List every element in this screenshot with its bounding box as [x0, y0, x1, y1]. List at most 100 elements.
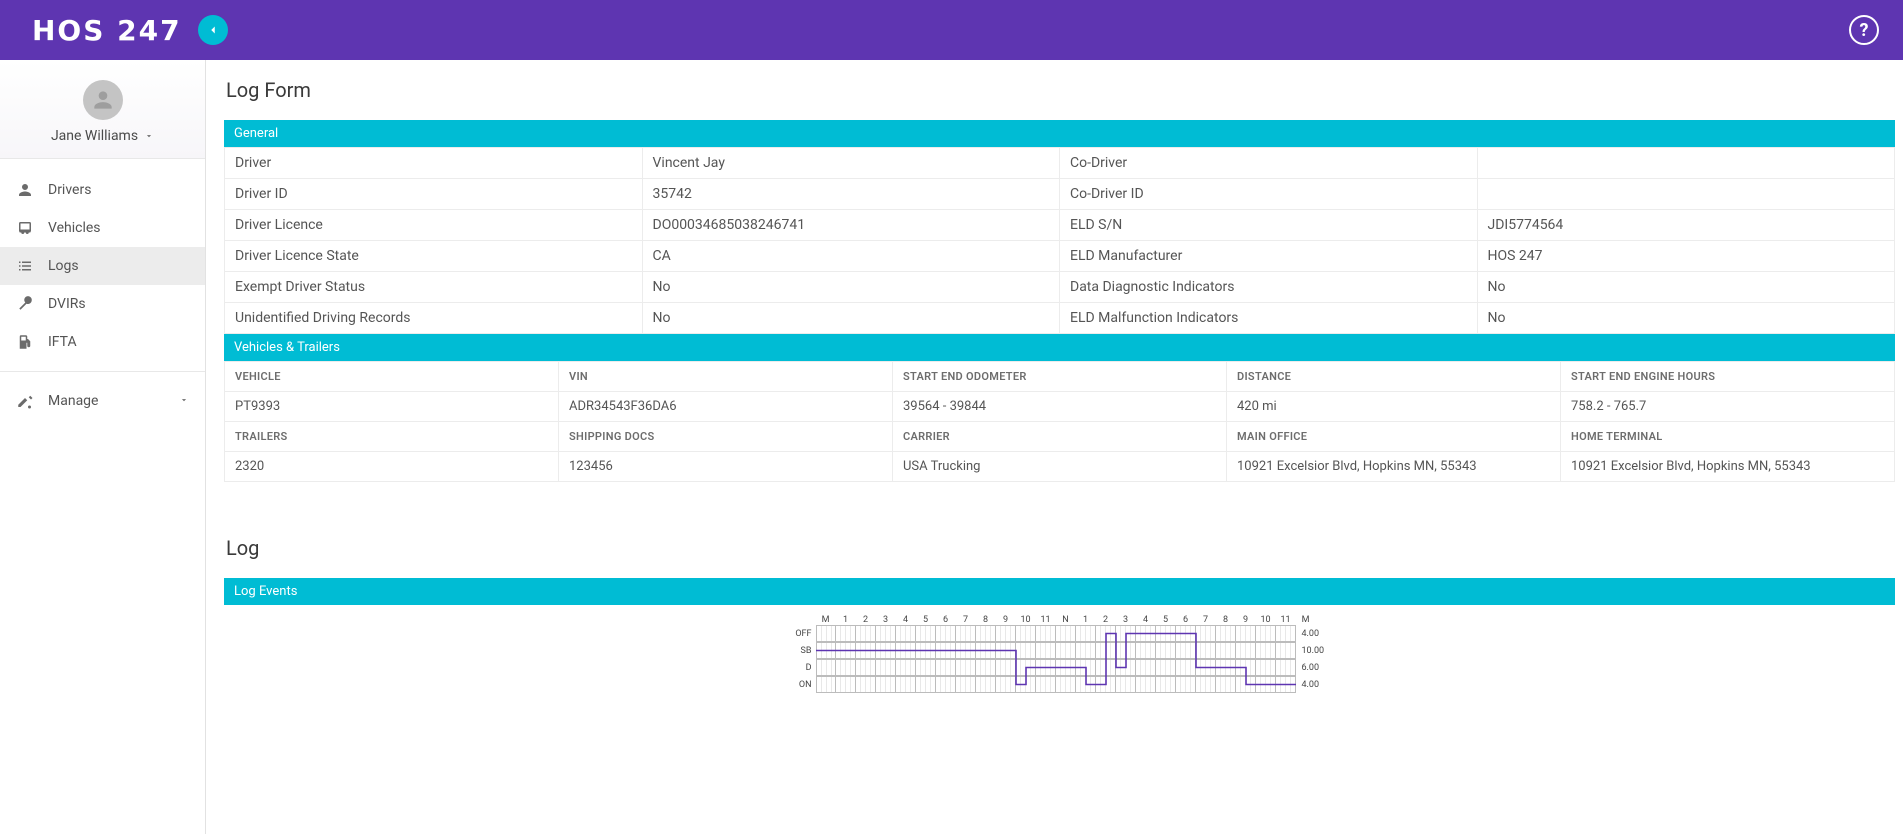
column-header: CARRIER: [893, 422, 1227, 452]
hos-cells: [816, 625, 1296, 642]
hos-total: 4.00: [1296, 629, 1330, 639]
cell: PT9393: [225, 392, 559, 422]
hos-status-label: ON: [790, 680, 816, 690]
hos-hour-label: 5: [916, 615, 936, 625]
sidebar-item-drivers[interactable]: Drivers: [0, 171, 205, 209]
hos-chart: M1234567891011N1234567891011MOFF4.00SB10…: [224, 605, 1895, 703]
hos-hour-label: 1: [836, 615, 856, 625]
hos-cells: [816, 676, 1296, 693]
general-row: Driver LicenceDO00034685038246741ELD S/N…: [225, 210, 1895, 241]
hos-hour-label: 11: [1036, 615, 1056, 625]
column-header: HOME TERMINAL: [1561, 422, 1895, 452]
field-value: CA: [642, 241, 1060, 272]
hos-hour-label: 8: [1216, 615, 1236, 625]
cell: 10921 Excelsior Blvd, Hopkins MN, 55343: [1561, 452, 1895, 482]
hos-cells: [816, 642, 1296, 659]
person-icon: [16, 181, 34, 199]
hos-hour-label: 2: [856, 615, 876, 625]
general-row: DriverVincent JayCo-Driver: [225, 148, 1895, 179]
hos-hour-label: 7: [1196, 615, 1216, 625]
hos-row-d: D 6.00: [790, 659, 1330, 676]
top-bar: HOS 247 ?: [0, 0, 1903, 60]
sidebar: Jane Williams Drivers Vehicles Logs DVIR…: [0, 60, 206, 834]
hos-hour-label: 11: [1276, 615, 1296, 625]
field-label: Driver ID: [225, 179, 643, 210]
wrench-icon: [16, 295, 34, 313]
general-table: DriverVincent JayCo-DriverDriver ID35742…: [224, 147, 1895, 334]
field-value: JDI5774564: [1477, 210, 1895, 241]
column-header: SHIPPING DOCS: [559, 422, 893, 452]
hos-total: 6.00: [1296, 663, 1330, 673]
sidebar-item-logs[interactable]: Logs: [0, 247, 205, 285]
sidebar-item-vehicles[interactable]: Vehicles: [0, 209, 205, 247]
field-label: Driver Licence State: [225, 241, 643, 272]
hos-hour-label: M: [816, 615, 836, 625]
field-label: Driver: [225, 148, 643, 179]
general-row: Driver Licence StateCAELD ManufacturerHO…: [225, 241, 1895, 272]
field-value: No: [642, 272, 1060, 303]
field-value: 35742: [642, 179, 1060, 210]
chevron-left-icon: [206, 23, 220, 37]
sidebar-item-ifta[interactable]: IFTA: [0, 323, 205, 361]
column-header: START END ENGINE HOURS: [1561, 362, 1895, 392]
hos-row-on: ON 4.00: [790, 676, 1330, 693]
hos-hour-labels: M1234567891011N1234567891011M: [816, 615, 1330, 625]
hos-hour-label: 7: [956, 615, 976, 625]
field-value: HOS 247: [1477, 241, 1895, 272]
field-label: Driver Licence: [225, 210, 643, 241]
profile-name-dropdown[interactable]: Jane Williams: [51, 128, 154, 144]
cell: USA Trucking: [893, 452, 1227, 482]
field-value: [1477, 148, 1895, 179]
cell: ADR34543F36DA6: [559, 392, 893, 422]
field-label: ELD Manufacturer: [1060, 241, 1478, 272]
cell: 10921 Excelsior Blvd, Hopkins MN, 55343: [1227, 452, 1561, 482]
hos-hour-label: M: [1296, 615, 1316, 625]
help-button[interactable]: ?: [1849, 15, 1879, 45]
table-row: 2320123456USA Trucking10921 Excelsior Bl…: [225, 452, 1895, 482]
hos-total: 4.00: [1296, 680, 1330, 690]
field-value: [1477, 179, 1895, 210]
field-label: Data Diagnostic Indicators: [1060, 272, 1478, 303]
hos-row-off: OFF 4.00: [790, 625, 1330, 642]
column-header: VEHICLE: [225, 362, 559, 392]
hos-hour-label: 10: [1256, 615, 1276, 625]
hos-hour-label: 3: [1116, 615, 1136, 625]
sidebar-item-label: Drivers: [48, 182, 91, 198]
back-button[interactable]: [198, 15, 228, 45]
field-label: Co-Driver: [1060, 148, 1478, 179]
hos-hour-label: N: [1056, 615, 1076, 625]
column-header: TRAILERS: [225, 422, 559, 452]
chevron-down-icon: [179, 395, 189, 405]
sidebar-item-dvirs[interactable]: DVIRs: [0, 285, 205, 323]
sidebar-item-label: Manage: [48, 393, 98, 409]
hos-total: 10.00: [1296, 646, 1330, 656]
hos-hour-label: 3: [876, 615, 896, 625]
profile-name-text: Jane Williams: [51, 128, 138, 144]
hos-hour-label: 4: [896, 615, 916, 625]
hos-hour-label: 10: [1016, 615, 1036, 625]
hos-status-label: OFF: [790, 629, 816, 639]
cell: 123456: [559, 452, 893, 482]
cell: 420 mi: [1227, 392, 1561, 422]
cell: 39564 - 39844: [893, 392, 1227, 422]
log-title: Log: [226, 536, 1895, 560]
hos-hour-label: 6: [1176, 615, 1196, 625]
hos-hour-label: 4: [1136, 615, 1156, 625]
general-row: Driver ID35742Co-Driver ID: [225, 179, 1895, 210]
hos-row-sb: SB 10.00: [790, 642, 1330, 659]
hos-hour-label: 9: [1236, 615, 1256, 625]
column-header: START END ODOMETER: [893, 362, 1227, 392]
sidebar-item-label: DVIRs: [48, 296, 86, 312]
column-header: MAIN OFFICE: [1227, 422, 1561, 452]
fuel-icon: [16, 333, 34, 351]
field-label: ELD Malfunction Indicators: [1060, 303, 1478, 334]
section-header-events: Log Events: [224, 578, 1895, 605]
chevron-down-icon: [144, 131, 154, 141]
sidebar-item-manage[interactable]: Manage: [0, 382, 205, 420]
section-header-general: General: [224, 120, 1895, 147]
settings-icon: [16, 392, 34, 410]
hos-status-label: D: [790, 663, 816, 673]
field-value: DO00034685038246741: [642, 210, 1060, 241]
hos-status-label: SB: [790, 646, 816, 656]
field-value: No: [642, 303, 1060, 334]
